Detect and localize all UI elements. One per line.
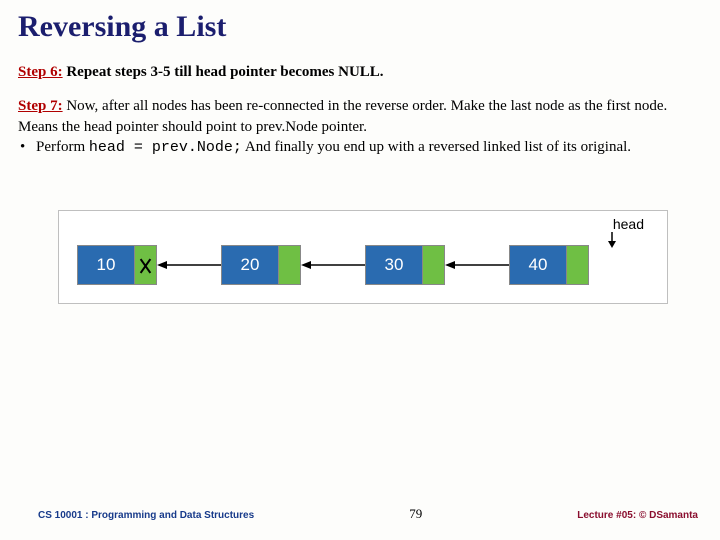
step6-line: Step 6: Repeat steps 3-5 till head point… xyxy=(18,62,702,82)
footer-page-number: 79 xyxy=(409,506,422,522)
arrow-2 xyxy=(301,245,365,285)
node-3: 30 xyxy=(365,245,445,285)
step7-line1: Step 7: Now, after all nodes has been re… xyxy=(18,96,702,137)
node-1: 10 xyxy=(77,245,157,285)
footer-lecture: Lecture #05: © DSamanta xyxy=(577,510,698,521)
slide-footer: CS 10001 : Programming and Data Structur… xyxy=(0,506,720,522)
linked-list-diagram: head 10 20 30 40 xyxy=(58,210,668,304)
node-4: 40 xyxy=(509,245,589,285)
node-4-value: 40 xyxy=(509,245,567,285)
node-2-ptr xyxy=(279,245,301,285)
node-1-ptr-null-icon xyxy=(135,245,157,285)
step6-label: Step 6: xyxy=(18,64,63,80)
node-4-ptr xyxy=(567,245,589,285)
node-3-value: 30 xyxy=(365,245,423,285)
step7-bullet-tail: And finally you end up with a reversed l… xyxy=(242,139,631,155)
node-1-value: 10 xyxy=(77,245,135,285)
diagram-box: 10 20 30 40 xyxy=(58,210,668,304)
node-2: 20 xyxy=(221,245,301,285)
page-title: Reversing a List xyxy=(18,10,702,44)
step7-bullet-body: Perform head = prev.Node; And finally yo… xyxy=(36,137,631,158)
step7-label: Step 7: xyxy=(18,98,63,114)
arrow-1 xyxy=(157,245,221,285)
step7-bullet-lead: Perform xyxy=(36,139,89,155)
step7-text1: Now, after all nodes has been re-connect… xyxy=(18,98,667,134)
step6-text: Repeat steps 3-5 till head pointer becom… xyxy=(63,64,384,80)
footer-course: CS 10001 : Programming and Data Structur… xyxy=(38,510,254,521)
head-label: head xyxy=(613,216,644,232)
head-arrow-icon xyxy=(606,232,618,253)
step7-bullet: • Perform head = prev.Node; And finally … xyxy=(18,137,702,158)
step7-code: head = prev.Node; xyxy=(89,139,242,156)
node-3-ptr xyxy=(423,245,445,285)
arrow-3 xyxy=(445,245,509,285)
node-2-value: 20 xyxy=(221,245,279,285)
bullet-dot: • xyxy=(18,137,36,158)
